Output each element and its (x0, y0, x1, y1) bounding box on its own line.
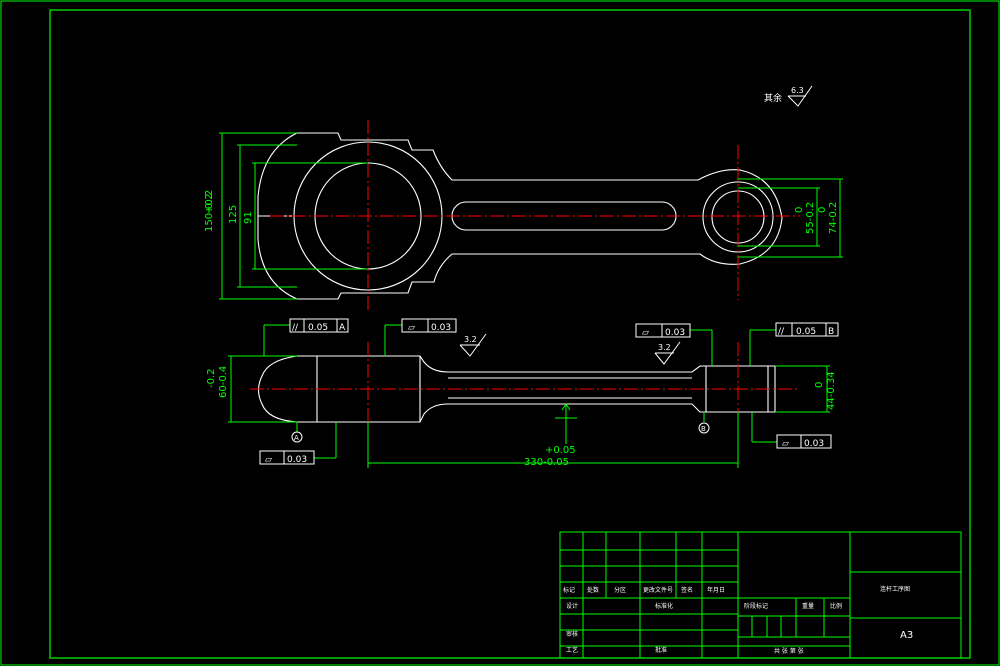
tb-sheets: 共 张 第 张 (774, 647, 804, 655)
flatness-icon: ▱ (642, 328, 649, 338)
cad-drawing: 其余 6.3 150-0.2 +0.2 125 91 55-0.2 0 74-0… (0, 0, 1000, 666)
dim-small-end-dia: 55-0.2 (805, 202, 816, 234)
tolerance-frame-2: ▱ 0.03 (401, 318, 457, 333)
outer-frame (0, 0, 1000, 666)
top-view-centerlines (270, 120, 800, 310)
tb-approve: 批准 (655, 646, 667, 654)
tb-change-no: 更改文件号 (643, 586, 673, 594)
tolerance-frame-1: // 0.05 A (289, 318, 349, 333)
tolerance-frame-5: ▱ 0.03 (259, 450, 315, 465)
tb-stage-mark: 阶段标记 (744, 602, 768, 610)
tolerance-frame-6: ▱ 0.03 (776, 434, 832, 449)
tb-review: 审核 (566, 630, 578, 638)
dim-big-end-thickness-tol: -0.2 (206, 368, 217, 388)
tol-1-value: 0.05 (308, 323, 328, 333)
dim-center-distance: 330-0.05 (524, 457, 569, 468)
tol-3-value: 0.03 (665, 328, 685, 338)
tol-5-value: 0.03 (287, 455, 307, 465)
dim-small-end-thickness: 44-0.34 (826, 371, 837, 410)
dim-big-end-thickness: 60-0.4 (218, 366, 229, 398)
flatness-icon: ▱ (408, 323, 415, 333)
tol-1-datum: A (339, 323, 346, 333)
tol-6-value: 0.03 (804, 439, 824, 449)
roughness-note: 其余 6.3 (764, 85, 813, 107)
tb-design: 设计 (566, 602, 578, 610)
tb-process: 工艺 (566, 646, 578, 654)
tb-standardization: 标准化 (655, 602, 673, 610)
roughness-note-label: 其余 (764, 92, 782, 104)
dim-small-end-thickness-tol: 0 (814, 382, 825, 388)
datum-a: A (291, 431, 303, 443)
side-view-dimensions (228, 324, 830, 468)
roughness-note-value: 6.3 (791, 86, 804, 95)
dim-center-distance-tol: +0.05 (545, 445, 576, 456)
tol-4-value: 0.05 (796, 327, 816, 337)
datum-b-label: B (701, 425, 706, 433)
datum-a-label: A (294, 434, 299, 442)
tb-zone: 分区 (614, 586, 626, 594)
parallelism-icon: // (778, 327, 785, 337)
tb-scale: 比例 (830, 602, 842, 610)
roughness-symbol-1: 3.2 (459, 333, 487, 357)
datum-b: B (698, 422, 710, 434)
roughness-1-value: 3.2 (464, 335, 477, 344)
tb-count: 处数 (587, 586, 599, 594)
tolerance-frame-4: // 0.05 B (775, 322, 839, 337)
tb-signature: 签名 (681, 586, 693, 594)
tb-sheet-size: A3 (900, 630, 913, 641)
parallelism-icon: // (292, 323, 299, 333)
dim-small-end-dia-tol: 0 (794, 207, 805, 213)
roughness-2-value: 3.2 (658, 343, 671, 352)
tol-4-datum: B (828, 327, 834, 337)
roughness-symbol-2: 3.2 (654, 341, 681, 365)
tb-drawing-name: 连杆工序图 (880, 585, 910, 593)
dim-91: 91 (243, 211, 254, 224)
dim-small-end-outer-tol: 0 (817, 207, 828, 213)
flatness-icon: ▱ (265, 455, 272, 465)
tolerance-frame-3: ▱ 0.03 (635, 323, 691, 338)
dim-125: 125 (228, 205, 239, 224)
tb-mark: 标记 (563, 586, 575, 594)
dim-overall-height-tol: +0.2 (204, 190, 215, 214)
flatness-icon: ▱ (782, 439, 789, 449)
dim-small-end-outer: 74-0.2 (828, 202, 839, 234)
tb-date: 年月日 (707, 586, 725, 594)
tol-2-value: 0.03 (431, 323, 451, 333)
tb-weight: 重量 (802, 602, 814, 610)
